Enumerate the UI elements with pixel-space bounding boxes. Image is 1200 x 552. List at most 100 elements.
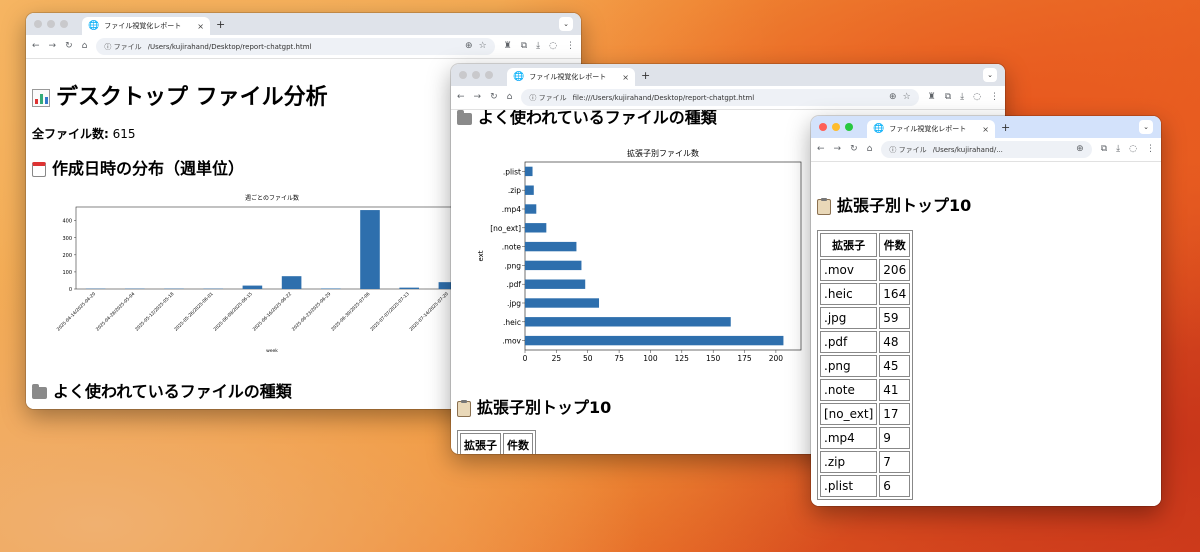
forward-icon[interactable]: → [474,93,482,102]
site-info[interactable]: ⓘ ファイル [889,145,926,155]
bar [399,287,419,289]
x-tick-label: 50 [583,354,593,363]
close-window-button[interactable] [459,71,467,79]
extension-icon[interactable]: ♜ [928,93,936,102]
window-controls [459,71,493,79]
zoom-window-button[interactable] [845,123,853,131]
star-icon[interactable]: ☆ [479,42,487,51]
profile-icon[interactable]: ◌ [973,93,981,102]
back-icon[interactable]: ← [32,42,40,51]
minimize-window-button[interactable] [832,123,840,131]
close-window-button[interactable] [819,123,827,131]
tab-close-button[interactable]: × [197,22,204,31]
address-bar[interactable]: ⓘ ファイル file:///Users/kujirahand/Desktop/… [521,89,919,106]
count-cell: 59 [879,307,911,329]
globe-icon: 🌐 [513,71,525,82]
tab-close-button[interactable]: × [982,125,989,134]
zoom-window-button[interactable] [485,71,493,79]
extension-bar-chart: 拡張子別ファイル数 .mov .heic .jpg .pdf .png .note [no_e… [477,148,802,363]
profile-icon[interactable]: ◌ [549,42,557,51]
tab-strip: 🌐 ファイル視覚化レポート × + ⌄ [26,13,581,35]
site-info[interactable]: ⓘ ファイル [529,93,566,103]
x-tick-label: 100 [643,354,658,363]
plot-frame [75,206,469,290]
section-top10-text: 拡張子別トップ10 [477,398,612,417]
forward-icon[interactable]: → [834,145,842,154]
menu-icon[interactable]: ⋮ [990,93,999,102]
star-icon[interactable]: ☆ [903,93,911,102]
home-icon[interactable]: ⌂ [82,42,88,51]
menu-icon[interactable]: ⋮ [1146,145,1155,154]
total-count: 全ファイル数: 615 [32,125,136,142]
puzzle-icon[interactable]: ⧉ [521,42,527,51]
url-text: /Users/kujirahand/... [932,145,1003,154]
home-icon[interactable]: ⌂ [507,93,513,102]
back-icon[interactable]: ← [457,93,465,102]
tab-report[interactable]: 🌐 ファイル視覚化レポート × [82,17,210,35]
chart-title: 週ごとのファイル数 [245,194,299,202]
home-icon[interactable]: ⌂ [867,145,873,154]
x-tick-label: 2025-04-14/2025-04-20 [56,291,98,333]
y-tick-label: .jpg [507,299,521,308]
tab-search-button[interactable]: ⌄ [983,68,997,82]
y-tick-label: .pdf [506,280,521,289]
section-types-text: よく使われているファイルの種類 [53,382,292,401]
header-ext: 拡張子 [820,233,878,257]
header-count: 件数 [503,433,533,454]
download-icon[interactable]: ⤓ [536,42,540,51]
address-bar[interactable]: ⓘ ファイル /Users/kujirahand/Desktop/report-… [96,38,495,55]
ext-cell: .mp4 [820,427,878,449]
y-tick-label: 400 [62,219,72,225]
count-cell: 17 [879,403,911,425]
bar [281,276,302,289]
tab-close-button[interactable]: × [622,73,629,82]
section-created-text: 作成日時の分布（週単位） [52,159,245,178]
y-tick-label: .note [502,243,522,252]
forward-icon[interactable]: → [49,42,57,51]
tab-report[interactable]: 🌐 ファイル視覚化レポート × [867,120,995,138]
profile-icon[interactable]: ◌ [1129,145,1137,154]
minimize-window-button[interactable] [47,20,55,28]
tab-strip: 🌐 ファイル視覚化レポート × + ⌄ [811,116,1161,138]
bar [242,285,263,289]
download-icon[interactable]: ⤓ [960,93,964,102]
close-window-button[interactable] [34,20,42,28]
reload-icon[interactable]: ↻ [65,42,73,51]
zoom-icon[interactable]: ⊕ [1076,145,1084,154]
tab-search-button[interactable]: ⌄ [559,17,573,31]
back-icon[interactable]: ← [817,145,825,154]
reload-icon[interactable]: ↻ [490,93,498,102]
ext-cell: .note [820,379,878,401]
tab-report[interactable]: 🌐 ファイル視覚化レポート × [507,68,635,86]
tab-strip: 🌐 ファイル視覚化レポート × + ⌄ [451,64,1005,86]
minimize-window-button[interactable] [472,71,480,79]
download-icon[interactable]: ⤓ [1116,145,1120,154]
x-tick-label: 2025-05-26/2025-06-01 [173,291,215,333]
x-tick-label: 150 [706,354,721,363]
tab-search-button[interactable]: ⌄ [1139,120,1153,134]
extension-icon[interactable]: ♜ [504,42,512,51]
new-tab-button[interactable]: + [216,18,225,31]
y-tick-label: 200 [62,253,72,259]
bar [525,260,582,271]
site-info[interactable]: ⓘ ファイル [104,42,141,52]
zoom-window-button[interactable] [60,20,68,28]
bar [525,185,534,195]
title-text: デスクトップ ファイル分析 [56,85,328,110]
new-tab-button[interactable]: + [641,69,650,82]
new-tab-button[interactable]: + [1001,121,1010,134]
browser-toolbar: ← → ↻ ⌂ ⓘ ファイル /Users/kujirahand/... ⊕ ⧉… [811,138,1161,162]
folder-icon [457,110,472,125]
menu-icon[interactable]: ⋮ [566,42,575,51]
window-controls [819,123,853,131]
zoom-icon[interactable]: ⊕ [465,42,473,51]
reload-icon[interactable]: ↻ [850,145,858,154]
address-bar[interactable]: ⓘ ファイル /Users/kujirahand/... ⊕ [881,141,1092,158]
zoom-icon[interactable]: ⊕ [889,93,897,102]
puzzle-icon[interactable]: ⧉ [1101,145,1107,154]
count-cell: 6 [879,475,911,497]
puzzle-icon[interactable]: ⧉ [945,93,951,102]
x-tick-label: 25 [552,354,562,363]
globe-icon: 🌐 [873,123,885,134]
ext-cell: .jpg [820,307,878,329]
